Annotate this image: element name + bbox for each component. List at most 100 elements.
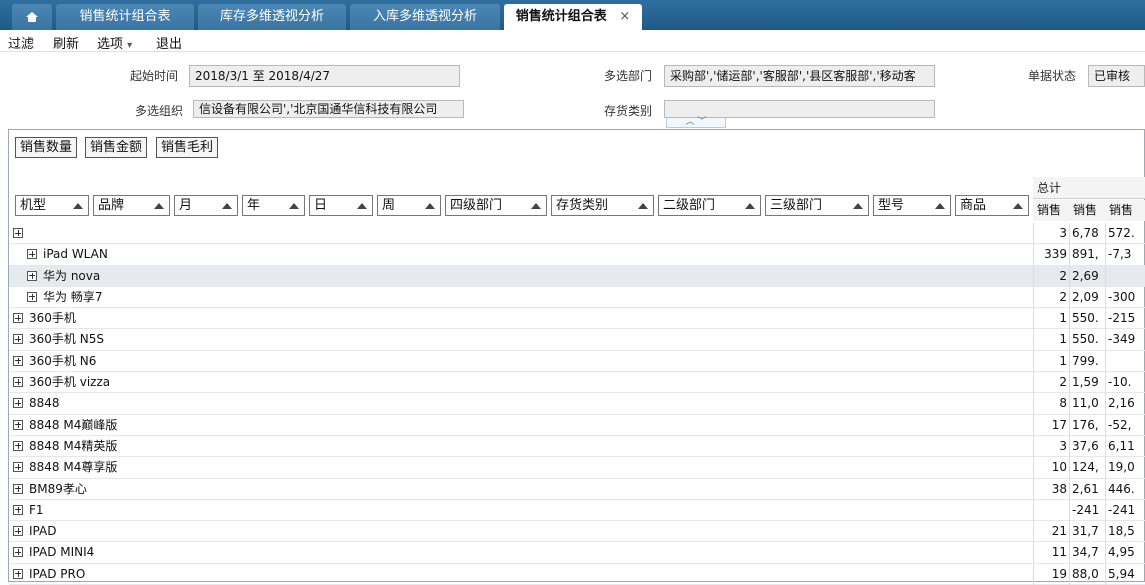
row-label-text: 8848 — [29, 396, 60, 411]
table-row[interactable]: 8848 M4巅峰版 17 176, -52, — [9, 414, 1145, 436]
cell-amount: -241 — [1069, 499, 1105, 521]
sort-up-icon[interactable] — [935, 203, 945, 209]
expand-icon[interactable] — [13, 398, 23, 409]
expand-icon[interactable] — [13, 355, 23, 366]
table-row[interactable]: 华为 畅享7 2 2,09 -300 — [9, 286, 1145, 309]
table-row[interactable]: 华为 nova 2 2,69 — [9, 265, 1145, 287]
cell-qty: 10 — [1033, 457, 1069, 479]
expand-icon[interactable] — [13, 334, 23, 345]
table-row[interactable]: 360手机 vizza 2 1,59 -10. — [9, 372, 1145, 394]
sort-up-icon[interactable] — [638, 203, 648, 209]
cell-qty: 1 — [1033, 308, 1069, 330]
cell-qty: 17 — [1033, 414, 1069, 436]
dim-label: 周 — [382, 198, 396, 213]
sort-up-icon[interactable] — [531, 203, 541, 209]
expand-icon[interactable] — [13, 526, 23, 537]
expand-icon[interactable] — [27, 291, 37, 302]
expand-icon[interactable] — [13, 462, 23, 473]
expand-icon[interactable] — [27, 270, 37, 281]
measure-sales-amount-button[interactable]: 销售金额 — [85, 137, 148, 158]
cell-profit: 4,95 — [1105, 542, 1145, 564]
expand-icon[interactable] — [13, 504, 23, 515]
expand-icon[interactable] — [13, 440, 23, 451]
table-row[interactable]: 8848 8 11,0 2,16 — [9, 393, 1145, 415]
tab-sales-summary-active[interactable]: 销售统计组合表 × — [504, 4, 642, 30]
row-label-text: 360手机 vizza — [29, 375, 111, 390]
table-row[interactable]: IPAD 21 31,7 18,5 — [9, 521, 1145, 543]
row-label-text: IPAD PRO — [29, 566, 86, 581]
dim-model[interactable]: 机型 — [15, 195, 89, 216]
dim-inventory-category[interactable]: 存货类别 — [551, 195, 654, 216]
status-label: 单据状态 — [1028, 69, 1077, 83]
cell-profit — [1105, 265, 1145, 287]
sort-up-icon[interactable] — [222, 203, 232, 209]
measure-sales-profit-button[interactable]: 销售毛利 — [156, 137, 219, 158]
cell-qty: 3 — [1033, 223, 1069, 244]
collapse-toggle[interactable]: ︿ ﹀ — [666, 118, 726, 128]
table-row[interactable]: 8848 M4精英版 3 37,6 6,11 — [9, 435, 1145, 458]
tab-sales-summary[interactable]: 销售统计组合表 — [56, 4, 194, 30]
table-row[interactable]: 360手机 N5S 1 550. -349 — [9, 329, 1145, 351]
dim-model-number[interactable]: 型号 — [873, 195, 951, 216]
dim-month[interactable]: 月 — [174, 195, 238, 216]
start-time-field[interactable]: 2018/3/1 至 2018/4/27 — [189, 65, 460, 87]
dim-label: 品牌 — [98, 198, 125, 213]
table-row[interactable]: 3 6,78 572. — [9, 223, 1145, 245]
table-row[interactable]: iPad WLAN 339 891, -7,3 — [9, 244, 1145, 266]
table-row[interactable]: IPAD MINI4 11 34,7 4,95 — [9, 542, 1145, 564]
sort-up-icon[interactable] — [745, 203, 755, 209]
expand-icon[interactable] — [13, 483, 23, 494]
filter-button[interactable]: 过滤 — [8, 33, 34, 52]
sort-up-icon[interactable] — [425, 203, 435, 209]
row-label: 360手机 N5S — [13, 329, 104, 350]
table-row[interactable]: 360手机 N6 1 799. — [9, 350, 1145, 373]
sort-up-icon[interactable] — [289, 203, 299, 209]
tab-inbound-pivot[interactable]: 入库多维透视分析 — [350, 4, 500, 30]
cell-profit: -241 — [1105, 499, 1145, 521]
sort-up-icon[interactable] — [1013, 203, 1023, 209]
table-row[interactable]: BM89孝心 38 2,61 446. — [9, 478, 1145, 500]
dim-week[interactable]: 周 — [377, 195, 441, 216]
row-label-text: 华为 畅享7 — [43, 289, 103, 304]
sort-up-icon[interactable] — [154, 203, 164, 209]
cell-profit: 19,0 — [1105, 457, 1145, 479]
expand-icon[interactable] — [13, 547, 23, 558]
cell-profit: -300 — [1105, 286, 1145, 308]
expand-icon[interactable] — [13, 568, 23, 579]
row-label-text: F1 — [29, 502, 44, 517]
dim-dept-level3[interactable]: 三级部门 — [765, 195, 869, 216]
inventory-category-field[interactable] — [664, 100, 935, 118]
cell-amount: 37,6 — [1069, 435, 1105, 457]
table-row[interactable]: 360手机 1 550. -215 — [9, 308, 1145, 330]
dim-brand[interactable]: 品牌 — [93, 195, 170, 216]
table-row[interactable]: 8848 M4尊享版 10 124, 19,0 — [9, 457, 1145, 479]
dim-dept-level2[interactable]: 二级部门 — [658, 195, 761, 216]
expand-icon[interactable] — [13, 377, 23, 388]
refresh-button[interactable]: 刷新 — [53, 33, 79, 52]
sort-up-icon[interactable] — [853, 203, 863, 209]
sort-up-icon[interactable] — [357, 203, 367, 209]
measure-sales-qty-button[interactable]: 销售数量 — [15, 137, 78, 158]
expand-icon[interactable] — [13, 419, 23, 430]
tab-inventory-pivot[interactable]: 库存多维透视分析 — [198, 4, 346, 30]
dim-product[interactable]: 商品 — [955, 195, 1029, 216]
dept-field[interactable]: 采购部','储运部','客服部','县区客服部','移动客 — [664, 65, 935, 87]
dim-year[interactable]: 年 — [242, 195, 305, 216]
exit-button[interactable]: 退出 — [156, 33, 182, 52]
dim-day[interactable]: 日 — [309, 195, 373, 216]
status-field[interactable]: 已审核 — [1088, 65, 1145, 87]
org-field[interactable]: 信设备有限公司','北京国通华信科技有限公司 — [193, 100, 464, 118]
cell-amount: 1,59 — [1069, 372, 1105, 394]
expand-icon[interactable] — [13, 228, 23, 238]
sort-up-icon[interactable] — [73, 203, 83, 209]
cell-profit: 6,11 — [1105, 435, 1145, 457]
expand-icon[interactable] — [13, 313, 23, 324]
pivot-grid: 销售数量 销售金额 销售毛利 总计 机型 品牌 月 年 日 周 四级部门 存货类… — [8, 129, 1145, 585]
options-menu[interactable]: 选项 ▾ — [97, 33, 132, 52]
expand-icon[interactable] — [27, 249, 37, 260]
table-row[interactable]: F1 -241 -241 — [9, 499, 1145, 522]
cell-profit: 446. — [1105, 478, 1145, 500]
dim-dept-level4[interactable]: 四级部门 — [445, 195, 547, 216]
close-icon[interactable]: × — [619, 9, 630, 24]
tab-home[interactable] — [12, 4, 52, 30]
